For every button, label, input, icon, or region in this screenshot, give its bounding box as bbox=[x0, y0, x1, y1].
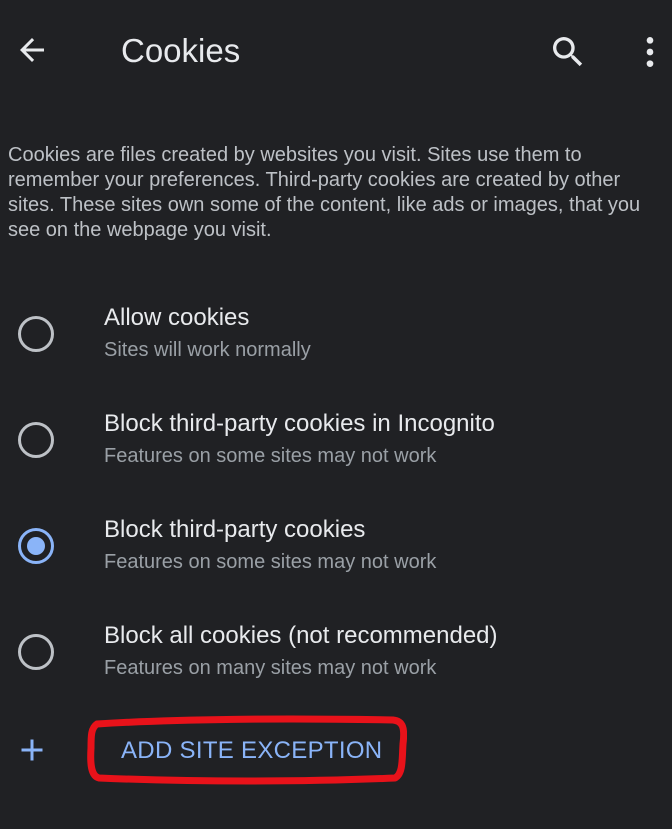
radio-block-all-cookies[interactable] bbox=[18, 634, 54, 670]
back-button[interactable] bbox=[8, 26, 56, 74]
option-title: Block third-party cookies in Incognito bbox=[104, 410, 495, 437]
radio-allow-cookies[interactable] bbox=[18, 316, 54, 352]
more-options-button[interactable] bbox=[628, 26, 672, 78]
option-title: Block third-party cookies bbox=[104, 516, 366, 543]
arrow-back-icon bbox=[20, 38, 44, 62]
option-block-all-cookies[interactable]: Block all cookies (not recommended) Feat… bbox=[0, 622, 672, 722]
option-subtitle: Sites will work normally bbox=[104, 339, 311, 361]
add-site-exception-button[interactable]: ADD SITE EXCEPTION bbox=[0, 718, 672, 788]
option-subtitle: Features on many sites may not work bbox=[104, 657, 437, 679]
option-subtitle: Features on some sites may not work bbox=[104, 551, 437, 573]
cookies-description: Cookies are files created by websites yo… bbox=[8, 144, 641, 241]
radio-block-third-party-incognito[interactable] bbox=[18, 422, 54, 458]
option-block-third-party-incognito[interactable]: Block third-party cookies in Incognito F… bbox=[0, 410, 672, 510]
add-site-exception-label: ADD SITE EXCEPTION bbox=[121, 737, 383, 764]
plus-icon bbox=[21, 739, 43, 761]
toolbar: Cookies bbox=[0, 0, 672, 104]
more-vertical-icon bbox=[646, 37, 654, 67]
page-title: Cookies bbox=[121, 32, 241, 69]
option-block-third-party[interactable]: Block third-party cookies Features on so… bbox=[0, 516, 672, 616]
option-allow-cookies[interactable]: Allow cookies Sites will work normally bbox=[0, 304, 672, 404]
option-title: Block all cookies (not recommended) bbox=[104, 622, 498, 649]
search-icon bbox=[553, 37, 583, 67]
radio-block-third-party[interactable] bbox=[18, 528, 54, 564]
option-subtitle: Features on some sites may not work bbox=[104, 445, 437, 467]
search-button[interactable] bbox=[542, 26, 594, 78]
option-title: Allow cookies bbox=[104, 304, 250, 331]
